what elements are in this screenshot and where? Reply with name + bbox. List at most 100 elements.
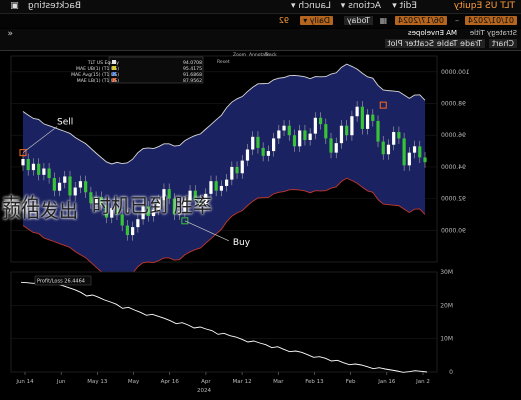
- candle-body: [26, 159, 30, 171]
- candle-body: [392, 132, 396, 145]
- candle-body: [407, 152, 411, 166]
- x-year-label: 2024: [197, 388, 211, 394]
- candle-body: [339, 125, 344, 144]
- candle-body: [313, 117, 317, 134]
- buy-annotation-label: Buy: [233, 238, 251, 248]
- candle-body: [292, 135, 297, 147]
- chart-area: 100.0000 98.0000 96.0000 94.0000 92.0000 90.0…: [10, 52, 470, 394]
- x-tick-label: Jan 2: [415, 379, 430, 385]
- candle-body: [397, 132, 401, 139]
- candle-body: [402, 138, 406, 166]
- candle-body: [350, 116, 354, 136]
- candle-body: [42, 168, 46, 175]
- candle-body: [31, 163, 36, 171]
- candle-body: [376, 120, 380, 142]
- candle-body: [282, 125, 286, 131]
- x-tick-label: Jan 16: [377, 379, 396, 385]
- pnl-tick-label: 0: [449, 369, 453, 376]
- candle-body: [412, 146, 417, 153]
- candle-body: [63, 176, 67, 183]
- price-tick-label: 92.0000: [441, 196, 466, 203]
- price-tick-label: 100.0000: [441, 69, 470, 76]
- candle-body: [277, 130, 281, 139]
- chart-tool-zoom: Zoom: [233, 52, 246, 58]
- candle-body: [298, 130, 302, 147]
- pnl-tick-label: 30M: [440, 269, 453, 276]
- candle-body: [271, 138, 276, 152]
- x-tick-label: Feb 13: [305, 379, 324, 385]
- price-tick-label: 90.0000: [441, 227, 466, 234]
- candle-body: [84, 181, 88, 193]
- candle-body: [329, 138, 333, 153]
- candle-body: [78, 181, 83, 188]
- candle-body: [37, 163, 41, 175]
- candle-body: [256, 136, 260, 148]
- candle-body: [334, 143, 338, 153]
- candle-body: [360, 106, 364, 129]
- candle-body: [230, 166, 234, 180]
- overlay-right-text: 时机已到 胜率: [92, 195, 213, 217]
- candle-body: [219, 185, 223, 191]
- pnl-legend: Profit/Loss 26.4464: [34, 275, 92, 286]
- candle-body: [131, 227, 135, 236]
- legend-entry-label: MAE LB(1) (T1 US): [77, 78, 119, 84]
- candle-body: [287, 125, 291, 136]
- legend-entry-label: TLT US Equity: [87, 60, 120, 66]
- pnl-panel-frame: [10, 271, 438, 373]
- candle-body: [381, 141, 385, 155]
- x-tick-label: Apr: [201, 379, 211, 385]
- candle-body: [303, 130, 307, 140]
- candle-body: [136, 219, 140, 228]
- x-tick-label: Jun 14: [15, 379, 34, 385]
- candle-body: [345, 125, 349, 136]
- candle-body: [355, 106, 359, 117]
- candle-body: [235, 166, 239, 174]
- overlay-middle-text: 预估发出: [2, 200, 79, 222]
- x-tick-label: May: [128, 379, 140, 385]
- price-tick-label: 98.0000: [441, 101, 466, 108]
- x-tick-label: Mar 12: [233, 379, 252, 385]
- candle-body: [52, 178, 56, 191]
- price-tick-label: 94.0000: [441, 164, 466, 171]
- candle-body: [266, 151, 270, 156]
- legend-entry-value: 87.9562: [183, 78, 202, 84]
- candle-body: [225, 179, 229, 186]
- candle-body: [47, 168, 51, 179]
- candle-body: [261, 147, 265, 156]
- pnl-tick-label: 10M: [440, 336, 453, 343]
- candle-body: [308, 133, 312, 140]
- sell-annotation-label: Sell: [57, 118, 73, 128]
- candle-body: [318, 117, 323, 125]
- candle-body: [324, 124, 328, 139]
- mirrored-bloomberg-window: TLT US Equity Edit ▾ Actions ▾ Launch ▾ …: [0, 0, 521, 400]
- candle-body: [386, 144, 391, 155]
- chart-tool-reset: Reset: [217, 59, 230, 65]
- candle-body: [245, 149, 250, 161]
- candle-body: [73, 187, 77, 196]
- pnl-tick-label: 20M: [440, 302, 453, 309]
- pnl-legend-label: Profit/Loss 26.4464: [37, 279, 85, 285]
- legend-entry-value: 95.4175: [183, 66, 202, 72]
- legend-entry-value: 91.6868: [183, 72, 202, 78]
- x-tick-label: May 13: [87, 379, 108, 385]
- candle-body: [418, 146, 422, 158]
- candle-body: [371, 114, 375, 121]
- candle-body: [214, 181, 218, 191]
- legend-entry-label: MAE Avg(15) (T1 US): [71, 72, 119, 78]
- candle-body: [57, 182, 62, 191]
- x-tick-label: Apr 16: [161, 379, 180, 385]
- legend-entry-label: MAE UB(1) (T1 US): [76, 66, 119, 72]
- candle-body: [68, 176, 72, 196]
- candle-body: [251, 136, 255, 150]
- x-tick-label: Feb: [346, 379, 356, 385]
- candle-body: [125, 225, 130, 236]
- candle-body: [365, 114, 370, 129]
- x-tick-label: Mar: [273, 379, 284, 385]
- price-tick-label: 96.0000: [441, 132, 466, 139]
- chart-tool-annotate: Annotate: [249, 52, 270, 58]
- candle-body: [423, 157, 427, 163]
- x-tick-label: Jun: [56, 379, 66, 385]
- legend-entry-value: 94.0708: [183, 60, 202, 66]
- candle-body: [21, 159, 25, 166]
- price-legend: TLT US Equity 94.0708 MAE UB(1) (T1 US) 95.…: [71, 56, 204, 84]
